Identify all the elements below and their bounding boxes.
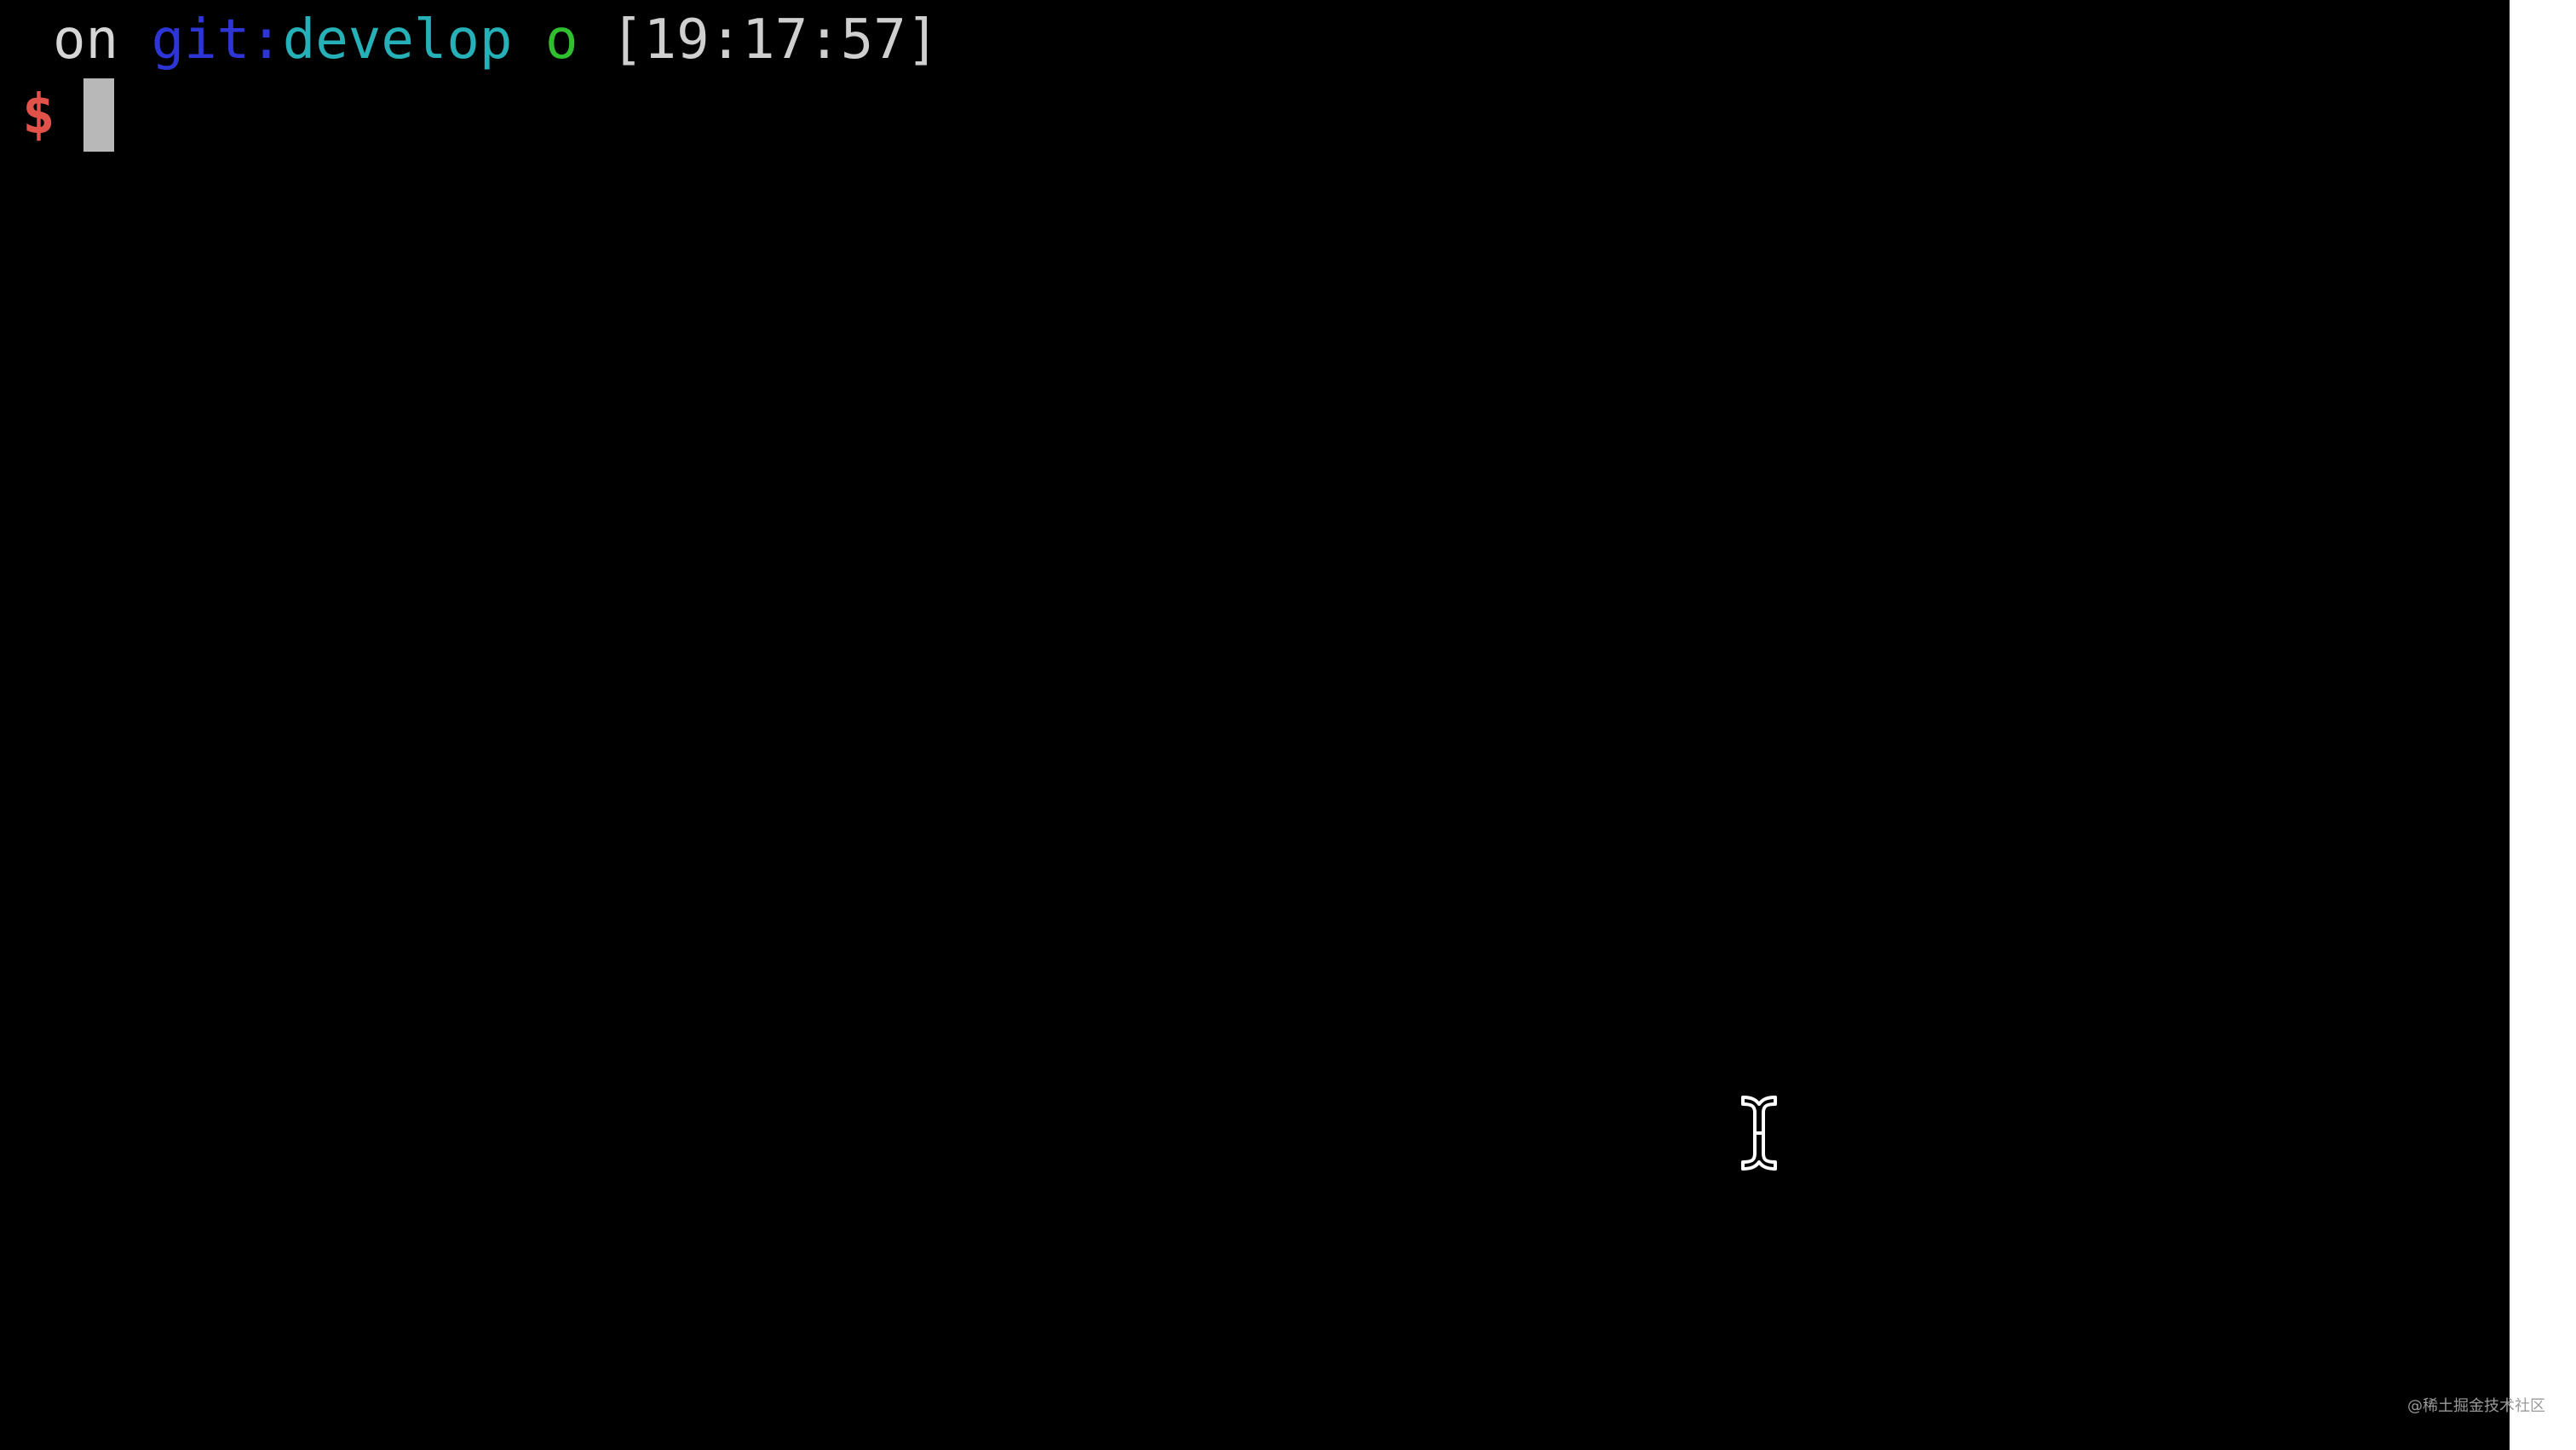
terminal-cursor-block	[83, 78, 114, 152]
prompt-status-line: on git:develop o [19:17:57]	[53, 3, 939, 77]
screen: on git:develop o [19:17:57] $ @稀土掘金技术社区	[0, 0, 2576, 1450]
window-side-strip	[2510, 0, 2576, 1450]
prompt-symbol: $	[22, 83, 55, 147]
terminal-window[interactable]: on git:develop o [19:17:57] $	[0, 0, 2510, 1450]
git-prefix: git:	[151, 9, 283, 72]
git-branch-name: develop	[282, 9, 513, 72]
text-cursor-icon	[1741, 1096, 1777, 1171]
status-on-word: on	[53, 9, 119, 72]
prompt-timestamp: [19:17:57]	[611, 9, 940, 72]
watermark-text: @稀土掘金技术社区	[2407, 1397, 2545, 1415]
command-line[interactable]: $	[22, 78, 88, 152]
git-dirty-marker: o	[544, 9, 578, 72]
